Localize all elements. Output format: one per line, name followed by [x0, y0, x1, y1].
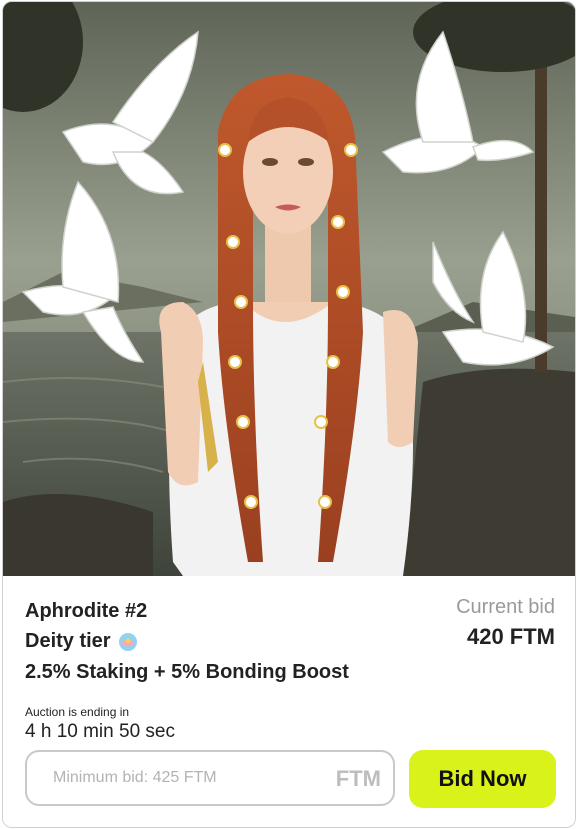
bid-currency-label: FTM — [335, 766, 381, 791]
shell-icon — [117, 631, 139, 653]
nft-info-panel: Aphrodite #2 Deity tier 2.5% Staking + 5… — [3, 576, 575, 827]
bid-amount-field[interactable]: FTM — [25, 750, 395, 806]
current-bid-value: 420 FTM — [466, 624, 555, 649]
bid-now-button[interactable]: Bid Now — [409, 750, 556, 808]
aphrodite-artwork-image — [3, 2, 575, 576]
nft-artwork — [3, 2, 575, 576]
auction-ending-label: Auction is ending in — [25, 705, 130, 719]
nft-tier-label: Deity tier — [25, 630, 111, 652]
nft-auction-card: Aphrodite #2 Deity tier 2.5% Staking + 5… — [2, 1, 576, 828]
nft-title: Aphrodite #2 — [25, 600, 148, 622]
nft-perks: 2.5% Staking + 5% Bonding Boost — [25, 661, 349, 683]
nft-tier: Deity tier — [25, 630, 139, 653]
auction-countdown: 4 h 10 min 50 sec — [25, 721, 175, 742]
current-bid-label: Current bid — [456, 596, 555, 618]
bid-amount-input[interactable] — [51, 768, 305, 788]
